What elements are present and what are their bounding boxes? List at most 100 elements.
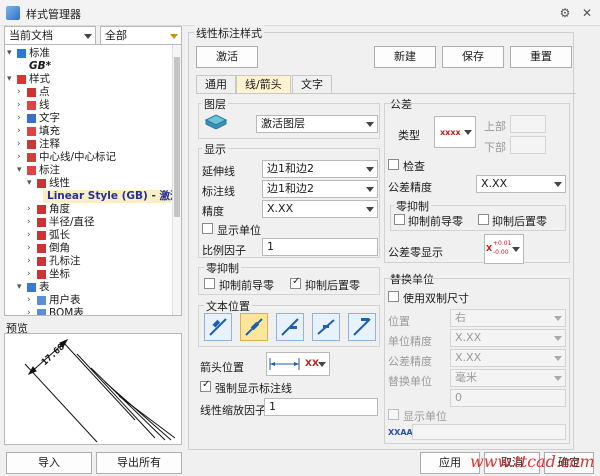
alt-show-unit-checkbox[interactable] xyxy=(388,409,399,420)
text-position-button-4[interactable] xyxy=(312,313,340,341)
tree-item-standard[interactable]: ▾ 标准 xyxy=(5,47,173,60)
collapse-icon[interactable]: ▾ xyxy=(27,177,32,190)
force-show-checkbox[interactable] xyxy=(200,379,211,392)
expand-icon[interactable]: › xyxy=(27,216,31,229)
tab-general[interactable]: 通用 xyxy=(196,75,236,93)
tol-zero-display-select[interactable]: X +0.01 -0.00 xyxy=(484,234,524,264)
tol-lower-input[interactable] xyxy=(510,136,546,154)
tree-scrollbar[interactable] xyxy=(172,45,181,315)
expand-icon[interactable]: › xyxy=(17,112,21,125)
expand-icon[interactable]: › xyxy=(27,268,31,281)
tree-item-ordinate[interactable]: › 坐标 xyxy=(5,268,173,281)
reset-button[interactable]: 重置 xyxy=(510,46,572,68)
text-position-button-5[interactable] xyxy=(348,313,376,341)
text-position-title: 文本位置 xyxy=(204,298,252,314)
tree-item-point[interactable]: › 点 xyxy=(5,86,173,99)
tree-item-chamfer[interactable]: › 倒角 xyxy=(5,242,173,255)
tree-item-hole-callout[interactable]: › 孔标注 xyxy=(5,255,173,268)
activate-button[interactable]: 激活 xyxy=(196,46,258,68)
ext-line-select[interactable]: 边1和边2 xyxy=(262,160,378,178)
text-position-button-1[interactable] xyxy=(204,313,232,341)
document-scope-select[interactable]: 当前文档 xyxy=(4,26,96,46)
tree-item-user-table[interactable]: › 用户表 xyxy=(5,294,173,307)
expand-icon[interactable]: › xyxy=(17,138,21,151)
expand-icon[interactable]: › xyxy=(17,125,21,138)
tree-item-gb[interactable]: GB* xyxy=(5,60,173,73)
expand-icon[interactable]: › xyxy=(17,86,21,99)
alt-unit-label: 替换单位 xyxy=(388,375,432,388)
tol-suppress-trailing-checkbox[interactable] xyxy=(478,214,489,225)
linear-scale-input[interactable]: 1 xyxy=(264,398,378,416)
save-button[interactable]: 保存 xyxy=(442,46,504,68)
tree-item-linear[interactable]: ▾ 线性 xyxy=(5,177,173,190)
chamfer-icon xyxy=(37,244,46,253)
new-button[interactable]: 新建 xyxy=(374,46,436,68)
alt-factor-input[interactable]: 0 xyxy=(450,389,566,407)
tab-text[interactable]: 文字 xyxy=(292,75,332,93)
check-checkbox[interactable] xyxy=(388,159,399,170)
collapse-icon[interactable]: ▾ xyxy=(7,47,12,60)
expand-icon[interactable]: › xyxy=(27,294,31,307)
text-above-icon xyxy=(209,318,227,336)
style-tree[interactable]: ▾ 标准 GB* ▾ 样式 › 点 › 线 › 文字 › 填充 › 注释 › 中… xyxy=(4,44,182,316)
tree-item-bom-table[interactable]: › BOM表 xyxy=(5,307,173,315)
linear-icon xyxy=(37,179,46,188)
layer-select[interactable]: 激活图层 xyxy=(256,115,378,133)
scale-factor-input[interactable]: 1 xyxy=(262,238,378,256)
style-type-select[interactable]: 全部 xyxy=(100,26,182,46)
text-position-button-3[interactable] xyxy=(276,313,304,341)
precision-select[interactable]: X.XX xyxy=(262,200,378,218)
alt-unit-sample-field[interactable] xyxy=(412,424,566,440)
tree-item-radius[interactable]: › 半径/直径 xyxy=(5,216,173,229)
suppress-leading-label: 抑制前导零 xyxy=(219,279,274,292)
suppress-trailing-checkbox[interactable] xyxy=(290,276,301,289)
alt-tol-precision-select[interactable]: X.XX xyxy=(450,349,566,367)
suppress-leading-checkbox[interactable] xyxy=(204,278,215,289)
close-icon[interactable]: ✕ xyxy=(578,4,596,22)
tree-item-angle[interactable]: › 角度 xyxy=(5,203,173,216)
tree-item-fill[interactable]: › 填充 xyxy=(5,125,173,138)
alt-unit-precision-select[interactable]: X.XX xyxy=(450,329,566,347)
tree-item-centerline[interactable]: › 中心线/中心标记 xyxy=(5,151,173,164)
tree-item-text[interactable]: › 文字 xyxy=(5,112,173,125)
expand-icon[interactable]: › xyxy=(27,203,31,216)
show-unit-checkbox[interactable] xyxy=(202,223,213,234)
use-dual-label: 使用双制尺寸 xyxy=(403,292,469,305)
settings-icon[interactable]: ⚙ xyxy=(556,4,574,22)
scrollbar-thumb[interactable] xyxy=(174,57,180,217)
expand-icon[interactable]: › xyxy=(27,242,31,255)
show-unit-label: 显示单位 xyxy=(217,224,261,237)
tol-type-select[interactable]: xxxx xyxy=(434,116,476,148)
expand-icon[interactable]: › xyxy=(27,229,31,242)
tol-precision-select[interactable]: X.XX xyxy=(476,175,566,193)
expand-icon[interactable]: › xyxy=(27,307,31,315)
alt-unit-select[interactable]: 毫米 xyxy=(450,369,566,387)
expand-icon[interactable]: › xyxy=(27,255,31,268)
tree-item-annotation[interactable]: › 注释 xyxy=(5,138,173,151)
tol-upper-input[interactable] xyxy=(510,115,546,133)
tree-item-styles[interactable]: ▾ 样式 xyxy=(5,73,173,86)
dim-line-select[interactable]: 边1和边2 xyxy=(262,180,378,198)
alt-unit-sample: XXAA xyxy=(388,428,413,437)
tree-item-linear-style-active[interactable]: Linear Style (GB) - 激活 xyxy=(43,190,181,203)
tree-item-table[interactable]: ▾ 表 xyxy=(5,281,173,294)
arrow-position-select[interactable]: XX xyxy=(266,352,330,376)
alt-unit-precision-value: X.XX xyxy=(455,331,482,344)
tree-item-line[interactable]: › 线 xyxy=(5,99,173,112)
import-button[interactable]: 导入 xyxy=(6,452,92,474)
collapse-icon[interactable]: ▾ xyxy=(17,281,22,294)
tol-suppress-leading-checkbox[interactable] xyxy=(394,214,405,225)
use-dual-checkbox[interactable] xyxy=(388,291,399,302)
tree-item-arc-length[interactable]: › 弧长 xyxy=(5,229,173,242)
collapse-icon[interactable]: ▾ xyxy=(17,164,22,177)
tree-item-label: 坐标 xyxy=(49,268,70,280)
alt-position-select[interactable]: 右 xyxy=(450,309,566,327)
export-all-button[interactable]: 导出所有 xyxy=(96,452,182,474)
expand-icon[interactable]: › xyxy=(17,99,21,112)
collapse-icon[interactable]: ▾ xyxy=(7,73,12,86)
expand-icon[interactable]: › xyxy=(17,151,21,164)
tab-line-arrow[interactable]: 线/箭头 xyxy=(236,75,291,93)
tol-upper-label: 上部 xyxy=(484,120,506,133)
text-position-button-2[interactable] xyxy=(240,313,268,341)
tree-item-dimension[interactable]: ▾ 标注 xyxy=(5,164,173,177)
